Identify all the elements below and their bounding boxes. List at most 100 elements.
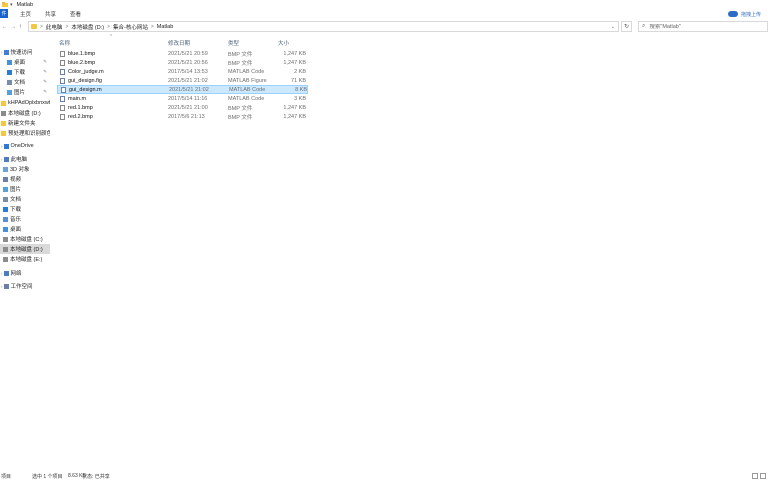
breadcrumb-separator: >	[107, 23, 110, 30]
cube-icon	[3, 166, 8, 172]
workspace-icon	[3, 283, 9, 289]
navigation-pane: › 快速访问 桌面 ✎ 下载 ✎ 文档 ✎ 图片 ✎ kHPAdOplxbnxwt 本地磁盘 (D:)…	[0, 40, 52, 470]
nav-item[interactable]: 图片 ✎	[0, 87, 50, 97]
computer-icon	[3, 156, 9, 162]
nav-item-label: 视频	[10, 177, 22, 183]
breadcrumb-this-pc[interactable]: 此电脑	[46, 23, 63, 31]
file-date: 2017/5/14 13:53	[168, 68, 208, 75]
nav-item[interactable]: 音乐	[0, 214, 50, 224]
matlab-code-icon	[60, 68, 65, 75]
file-type: MATLAB Code	[228, 95, 265, 102]
nav-item[interactable]: › 此电脑	[0, 154, 50, 164]
nav-item[interactable]: 图片	[0, 184, 50, 194]
nav-item-label: 桌面	[14, 60, 26, 66]
nav-item[interactable]: 本地磁盘 (D:)	[0, 108, 50, 118]
quick-access-toolbar[interactable]: ▾	[10, 2, 13, 8]
matlab-code-icon	[60, 95, 65, 102]
nav-item[interactable]: kHPAdOplxbnxwt	[0, 98, 50, 108]
view-toggle	[752, 473, 766, 479]
column-header-type[interactable]: 类型	[228, 39, 239, 47]
expand-chevron-icon[interactable]: ›	[1, 144, 3, 149]
large-icons-view-icon[interactable]	[760, 473, 766, 479]
nav-item-label: 下载	[10, 207, 22, 213]
nav-item[interactable]: 下载 ✎	[0, 67, 50, 77]
document-icon	[7, 79, 12, 85]
breadcrumb-collection[interactable]: 集合-核心网站	[113, 23, 148, 31]
file-type: BMP 文件	[228, 105, 253, 112]
file-name: main.m	[68, 95, 87, 102]
details-view-icon[interactable]	[752, 473, 758, 479]
nav-item[interactable]: 桌面 ✎	[0, 57, 50, 67]
quick-access-dropdown[interactable]: ▾	[10, 2, 13, 8]
nav-item[interactable]: › OneDrive	[0, 141, 50, 151]
nav-item[interactable]: 视频	[0, 174, 50, 184]
file-row[interactable]: gui_design.fig 2021/5/21 21:02 MATLAB Figu…	[57, 76, 308, 85]
file-row[interactable]: red.2.bmp 2017/5/6 21:13 BMP 文件 1,247 KB	[57, 112, 308, 121]
cloud-upload-icon	[728, 11, 738, 17]
tab-file[interactable]: 件	[0, 9, 8, 18]
nav-item[interactable]: › 网络	[0, 268, 50, 278]
pin-icon[interactable]: ✎	[43, 89, 47, 95]
status-share-state: 状态: 已共享	[82, 473, 110, 480]
pin-icon[interactable]: ✎	[43, 69, 47, 75]
file-name: blue.1.bmp	[68, 50, 96, 57]
column-header-name[interactable]: 名称	[59, 39, 70, 47]
column-header-size[interactable]: 大小	[278, 39, 289, 47]
desktop-icon	[7, 59, 12, 65]
nav-item[interactable]: › 工作空间	[0, 281, 50, 291]
nav-item[interactable]: 本地磁盘 (D:)	[0, 244, 50, 254]
desktop-icon	[3, 226, 8, 232]
pin-icon[interactable]: ✎	[43, 79, 47, 85]
drive-icon	[1, 110, 6, 116]
file-row[interactable]: red.1.bmp 2021/5/21 21:00 BMP 文件 1,247 KB	[57, 103, 308, 112]
nav-item-label: 文档	[10, 197, 22, 203]
file-size: 8 KB	[295, 86, 307, 93]
breadcrumb-drive-d[interactable]: 本地磁盘 (D:)	[71, 23, 104, 31]
address-bar[interactable]: > 此电脑 > 本地磁盘 (D:) > 集合-核心网站 > Matlab ⌄	[28, 21, 619, 32]
tab-share[interactable]: 共享	[43, 10, 58, 18]
nav-item[interactable]: 预处理和识别颜色	[0, 128, 50, 138]
nav-item-label: 3D 对象	[10, 167, 30, 173]
tab-home[interactable]: 主页	[18, 10, 33, 18]
back-button[interactable]: ←	[0, 20, 9, 33]
nav-item[interactable]: › 快速访问	[0, 47, 50, 57]
breadcrumb-matlab[interactable]: Matlab	[157, 24, 174, 30]
file-row[interactable]: Color_judge.m 2017/5/14 13:53 MATLAB Code 2…	[57, 67, 308, 76]
nav-item[interactable]: 文档 ✎	[0, 77, 50, 87]
nav-item[interactable]: 3D 对象	[0, 164, 50, 174]
nav-item-label: 桌面	[10, 227, 22, 233]
file-size: 1,247 KB	[283, 113, 306, 120]
search-box[interactable]: ⌕	[638, 21, 768, 32]
file-row[interactable]: blue.1.bmp 2021/5/21 20:59 BMP 文件 1,247 KB	[57, 49, 308, 58]
up-button[interactable]: ↑	[16, 20, 25, 33]
expand-chevron-icon[interactable]: ›	[1, 271, 3, 276]
star-icon	[3, 49, 9, 55]
file-type: BMP 文件	[228, 60, 253, 67]
pin-icon[interactable]: ✎	[43, 59, 47, 65]
nav-item[interactable]: 本地磁盘 (E:)	[0, 254, 50, 264]
file-row[interactable]: blue.2.bmp 2021/5/21 20:56 BMP 文件 1,247 KB	[57, 58, 308, 67]
column-header-date[interactable]: 修改日期	[168, 39, 190, 47]
sort-up-icon: ⌃	[109, 34, 114, 40]
search-icon: ⌕	[642, 23, 646, 29]
expand-chevron-icon[interactable]: ›	[1, 157, 3, 162]
video-icon	[3, 176, 8, 182]
search-input[interactable]	[649, 23, 760, 30]
nav-item[interactable]: 文档	[0, 194, 50, 204]
tab-view[interactable]: 查看	[68, 10, 83, 18]
nav-item[interactable]: 新建文件夹	[0, 118, 50, 128]
file-row[interactable]: gui_design.m 2021/5/21 21:02 MATLAB Code 8 …	[57, 85, 308, 94]
nav-item-label: 音乐	[10, 217, 22, 223]
expand-chevron-icon[interactable]: ›	[1, 284, 3, 289]
drag-upload-button[interactable]: 拖拽上传	[698, 9, 768, 19]
file-row[interactable]: main.m 2017/5/14 11:16 MATLAB Code 3 KB	[57, 94, 308, 103]
file-name: Color_judge.m	[68, 68, 104, 75]
nav-item[interactable]: 下载	[0, 204, 50, 214]
nav-item[interactable]: 本地磁盘 (C:)	[0, 234, 50, 244]
refresh-button[interactable]: ↻	[621, 21, 632, 32]
file-name: red.1.bmp	[68, 104, 93, 111]
expand-chevron-icon[interactable]: ›	[1, 50, 3, 55]
address-dropdown-icon[interactable]: ⌄	[611, 24, 615, 30]
nav-item[interactable]: 桌面	[0, 224, 50, 234]
nav-item-label: 此电脑	[10, 157, 28, 163]
